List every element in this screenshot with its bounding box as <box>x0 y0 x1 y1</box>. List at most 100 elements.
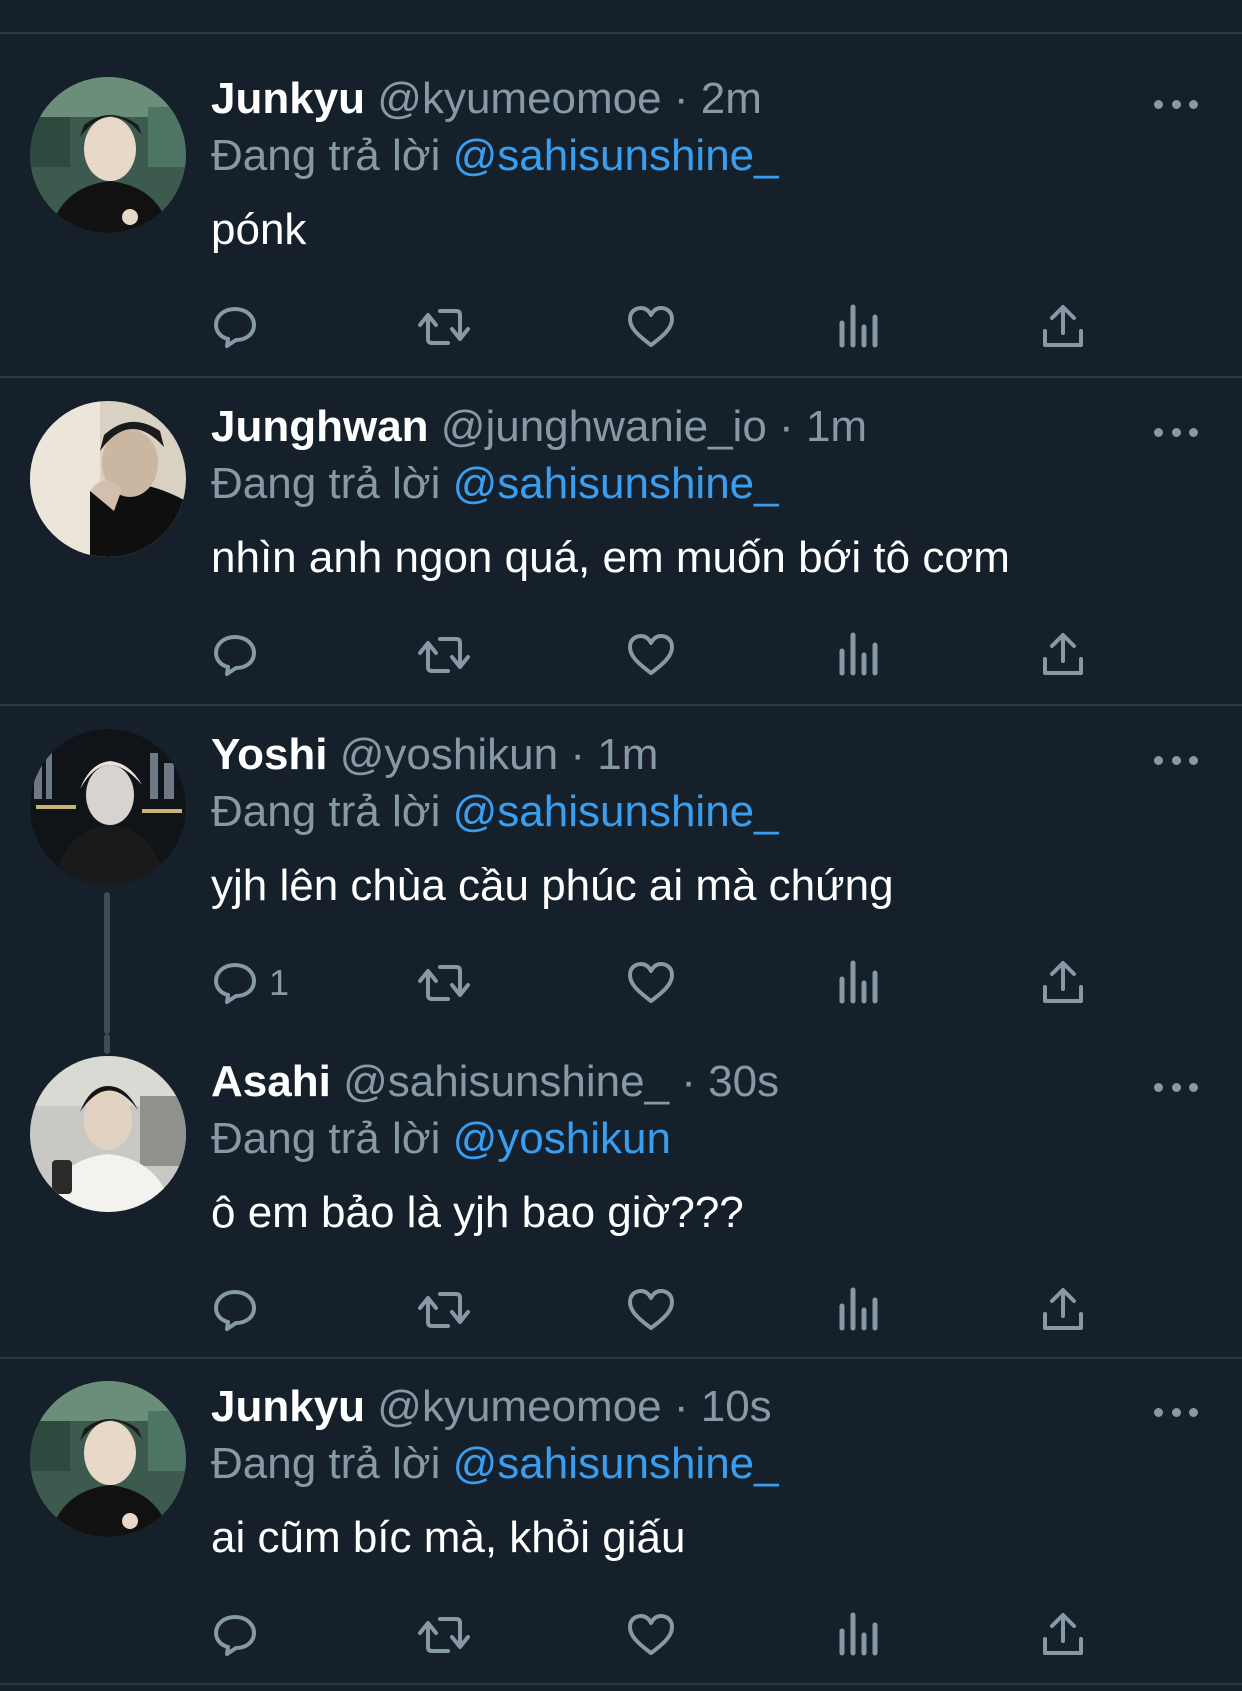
analytics-icon <box>836 303 880 351</box>
reply-button[interactable] <box>211 299 269 355</box>
reply-button[interactable]: 1 <box>211 955 289 1011</box>
like-button[interactable] <box>626 299 676 355</box>
user-handle[interactable]: @kyumeomoe <box>377 1382 661 1431</box>
tweet[interactable]: Junkyu @kyumeomoe · 10s Đang trả lời @sa… <box>0 1359 1242 1685</box>
heart-icon <box>626 1286 676 1334</box>
share-button[interactable] <box>1041 1607 1085 1663</box>
more-options-icon[interactable] <box>1154 750 1198 770</box>
tweet[interactable]: Junkyu @kyumeomoe · 2m Đang trả lời @sah… <box>0 34 1242 378</box>
tweet-header: Asahi @sahisunshine_ · 30s <box>211 1056 1151 1108</box>
analytics-button[interactable] <box>836 1607 880 1663</box>
heart-icon <box>626 959 676 1007</box>
retweet-button[interactable] <box>416 627 472 683</box>
timestamp[interactable]: 2m <box>701 74 762 123</box>
timestamp[interactable]: 10s <box>701 1382 772 1431</box>
share-button[interactable] <box>1041 955 1085 1011</box>
like-button[interactable] <box>626 627 676 683</box>
action-bar <box>211 299 1111 355</box>
analytics-icon <box>836 1611 880 1659</box>
display-name[interactable]: Asahi <box>211 1057 331 1106</box>
mention-link[interactable]: @sahisunshine_ <box>453 131 779 180</box>
action-bar <box>211 1607 1111 1663</box>
retweet-icon <box>416 1286 472 1334</box>
retweet-button[interactable] <box>416 955 472 1011</box>
heart-icon <box>626 303 676 351</box>
share-button[interactable] <box>1041 627 1085 683</box>
like-button[interactable] <box>626 955 676 1011</box>
thread-connector <box>104 1034 110 1054</box>
analytics-button[interactable] <box>836 627 880 683</box>
avatar[interactable] <box>30 401 186 557</box>
reply-button[interactable] <box>211 1607 269 1663</box>
display-name[interactable]: Junkyu <box>211 1382 365 1431</box>
analytics-icon <box>836 1286 880 1334</box>
like-button[interactable] <box>626 1607 676 1663</box>
share-icon <box>1041 1286 1085 1334</box>
reply-button[interactable] <box>211 627 269 683</box>
reply-feed: Junkyu @kyumeomoe · 2m Đang trả lời @sah… <box>0 34 1242 1685</box>
analytics-button[interactable] <box>836 955 880 1011</box>
share-button[interactable] <box>1041 1282 1085 1338</box>
retweet-button[interactable] <box>416 1607 472 1663</box>
more-options-icon[interactable] <box>1154 94 1198 114</box>
tweet[interactable]: Asahi @sahisunshine_ · 30s Đang trả lời … <box>0 1034 1242 1359</box>
separator-dot: · <box>673 1382 689 1431</box>
timestamp[interactable]: 1m <box>597 730 658 779</box>
timestamp[interactable]: 30s <box>708 1057 779 1106</box>
replying-to-label: Đang trả lời <box>211 787 441 836</box>
user-handle[interactable]: @yoshikun <box>340 730 558 779</box>
separator-dot: · <box>779 402 794 451</box>
user-handle[interactable]: @junghwanie_io <box>441 402 767 451</box>
share-icon <box>1041 959 1085 1007</box>
reply-icon <box>211 631 259 679</box>
avatar[interactable] <box>30 77 186 233</box>
tweet[interactable]: Yoshi @yoshikun · 1m Đang trả lời @sahis… <box>0 706 1242 1034</box>
replying-to-label: Đang trả lời <box>211 1114 441 1163</box>
tweet[interactable]: Junghwan @junghwanie_io · 1m Đang trả lờ… <box>0 378 1242 706</box>
replying-to: Đang trả lời @sahisunshine_ <box>211 1438 779 1490</box>
share-icon <box>1041 631 1085 679</box>
mention-link[interactable]: @sahisunshine_ <box>453 1439 779 1488</box>
thread-connector <box>104 892 110 1034</box>
reply-count: 1 <box>269 962 290 1003</box>
user-handle[interactable]: @sahisunshine_ <box>343 1057 669 1106</box>
replying-to-label: Đang trả lời <box>211 1439 441 1488</box>
retweet-button[interactable] <box>416 1282 472 1338</box>
share-icon <box>1041 1611 1085 1659</box>
replying-to: Đang trả lời @sahisunshine_ <box>211 130 779 182</box>
display-name[interactable]: Yoshi <box>211 730 328 779</box>
reply-icon <box>211 959 259 1007</box>
mention-link[interactable]: @yoshikun <box>453 1114 671 1163</box>
user-handle[interactable]: @kyumeomoe <box>377 74 661 123</box>
tweet-text: ai cũm bíc mà, khỏi giấu <box>211 1513 686 1562</box>
avatar[interactable] <box>30 729 186 885</box>
tweet-divider <box>0 1683 1242 1685</box>
display-name[interactable]: Junkyu <box>211 74 365 123</box>
separator-dot: · <box>570 730 585 779</box>
mention-link[interactable]: @sahisunshine_ <box>453 787 779 836</box>
share-button[interactable] <box>1041 299 1085 355</box>
avatar[interactable] <box>30 1381 186 1537</box>
tweet-header: Junkyu @kyumeomoe · 10s <box>211 1381 1151 1433</box>
reply-button[interactable] <box>211 1282 269 1338</box>
more-options-icon[interactable] <box>1154 1402 1198 1422</box>
replying-to-label: Đang trả lời <box>211 459 441 508</box>
more-options-icon[interactable] <box>1154 1077 1198 1097</box>
action-bar <box>211 1282 1111 1338</box>
replying-to-label: Đang trả lời <box>211 131 441 180</box>
tweet-header: Yoshi @yoshikun · 1m <box>211 729 1151 781</box>
replying-to: Đang trả lời @sahisunshine_ <box>211 786 779 838</box>
tweet-text: nhìn anh ngon quá, em muốn bới tô cơm <box>211 533 1010 582</box>
mention-link[interactable]: @sahisunshine_ <box>453 459 779 508</box>
retweet-button[interactable] <box>416 299 472 355</box>
retweet-icon <box>416 1611 472 1659</box>
avatar[interactable] <box>30 1056 186 1212</box>
tweet-text: yjh lên chùa cầu phúc ai mà chứng <box>211 861 894 910</box>
display-name[interactable]: Junghwan <box>211 402 429 451</box>
more-options-icon[interactable] <box>1154 422 1198 442</box>
analytics-button[interactable] <box>836 299 880 355</box>
analytics-icon <box>836 959 880 1007</box>
timestamp[interactable]: 1m <box>806 402 867 451</box>
analytics-button[interactable] <box>836 1282 880 1338</box>
like-button[interactable] <box>626 1282 676 1338</box>
